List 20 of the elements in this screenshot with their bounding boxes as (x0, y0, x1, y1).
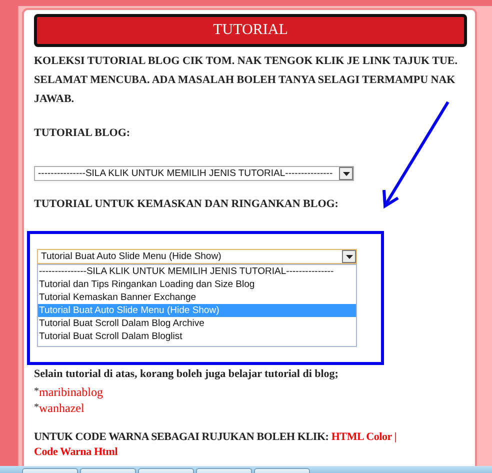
section-title: TUTORIAL (34, 14, 467, 47)
bullet: * (34, 401, 39, 415)
body-text: Selain tutorial di atas, korang boleh juga belajar tutorial di blog; (34, 367, 340, 382)
dropdown-option[interactable]: Tutorial Buat Scroll Dalam Blog Archive (38, 317, 356, 330)
section-label: TUTORIAL BLOG: (34, 126, 132, 141)
dropdown-option[interactable]: Tutorial Buat Scroll Dalam Bloglist (38, 330, 356, 343)
color-link[interactable]: Code Warna Html (34, 446, 118, 458)
color-link[interactable]: HTML Color (331, 431, 392, 443)
body-text: UNTUK CODE WARNA SEBAGAI RUJUKAN BOLEH KLIK: (34, 431, 329, 443)
color-link[interactable]: | (394, 431, 397, 443)
blog-link[interactable]: maribinablog (39, 384, 103, 400)
tutorial-dropdown[interactable]: ---------------SILA KLIK UNTUK MEMILIH JENIS TUTORIAL--------------- (34, 166, 354, 181)
dropdown-option[interactable]: Tutorial Kemaskan Banner Exchange (38, 291, 356, 304)
blog-link[interactable]: wanhazel (39, 400, 84, 416)
dropdown-option[interactable]: ---------------SILA KLIK UNTUK MEMILIH JENIS TUTORIAL--------------- (38, 265, 356, 278)
intro-text: KOLEKSI TUTORIAL BLOG CIK TOM. NAK TENGOK KLIK JE LINK TAJUK TUE. SELAMAT MENCUBA. ADA MASALAH BOLEH TANYA SELAGI TERMAMPU NAK JAWAB. (34, 54, 459, 107)
section-label: TUTORIAL UNTUK KEMASKAN DAN RINGANKAN BLOG: (34, 197, 340, 212)
bullet: * (34, 385, 39, 399)
dropdown-option[interactable]: Tutorial dan Tips Ringankan Loading dan Size Blog (38, 278, 356, 291)
tutorial-dropdown[interactable]: Tutorial Buat Auto Slide Menu (Hide Show) (37, 249, 357, 264)
